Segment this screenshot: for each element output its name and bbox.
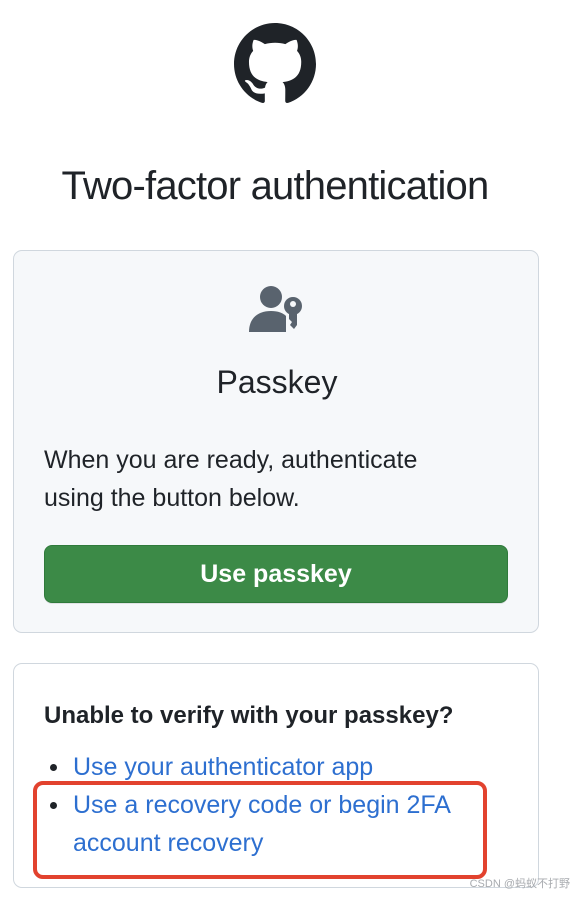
passkey-description: When you are ready, authenticate using t…	[44, 446, 418, 512]
recovery-code-link[interactable]: Use a recovery code or begin 2FA account…	[73, 791, 450, 857]
alternative-methods-card: Unable to verify with your passkey? Use …	[13, 663, 539, 888]
passkey-card: Passkey When you are ready, authenticate…	[13, 250, 539, 633]
page-title: Two-factor authentication	[61, 164, 490, 208]
use-passkey-button[interactable]: Use passkey	[44, 545, 508, 603]
list-item: Use your authenticator app	[44, 748, 514, 786]
authenticator-app-link[interactable]: Use your authenticator app	[73, 753, 373, 781]
list-item: Use a recovery code or begin 2FA account…	[44, 786, 514, 862]
bullet-icon	[50, 764, 57, 771]
passkey-title: Passkey	[216, 364, 338, 400]
alternatives-heading: Unable to verify with your passkey?	[44, 702, 454, 729]
bullet-icon	[50, 802, 57, 809]
github-logo-icon	[234, 23, 316, 105]
watermark: CSDN @蚂蚁不打野	[469, 878, 570, 890]
person-key-icon	[248, 285, 306, 337]
alternatives-list: Use your authenticator app Use a recover…	[44, 748, 514, 862]
